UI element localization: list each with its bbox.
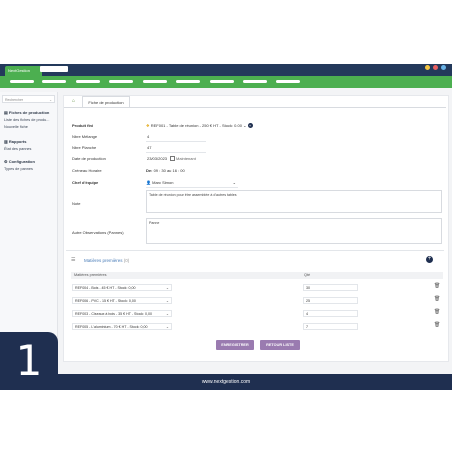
sidebar-item-liste[interactable]: Liste des fiches de produ... xyxy=(4,118,49,122)
date-field[interactable]: 23/03/2023 Maintenant xyxy=(147,156,196,162)
chef-select[interactable]: 👤 Marc Simon ⌄ xyxy=(146,180,236,185)
col-qty-header: Qté xyxy=(304,273,311,277)
autres-label: Autre Observations (Pannes) xyxy=(72,230,124,235)
footer-bar: www.nextgestion.com xyxy=(0,374,452,390)
melange-label: Nbre Mélange xyxy=(72,134,98,139)
planche-label: Nbre Planche xyxy=(72,145,97,150)
material-select[interactable]: REF006 - PVC - 15 € HT - Stock: 0,00 ⌄ xyxy=(72,297,172,304)
melange-input[interactable]: 4 xyxy=(147,134,149,139)
chef-label: Chef d'équipe xyxy=(72,180,99,185)
qty-input[interactable]: 4 xyxy=(303,310,358,317)
window-controls xyxy=(425,65,446,70)
chevron-down-icon: ⌄ xyxy=(49,98,52,102)
creneau-fields[interactable]: De: 09 : 30 au 16 : 00 xyxy=(146,168,185,173)
produit-select[interactable]: ❖ REF001 - Table de réunion - 250 € HT -… xyxy=(146,123,253,129)
qty-input[interactable]: 7 xyxy=(303,323,358,330)
date-label: Date de production xyxy=(72,156,106,161)
chef-underline xyxy=(146,187,238,188)
save-button[interactable]: ENREGISTRER xyxy=(216,340,254,350)
materials-title: Matières premières (0) xyxy=(84,258,130,263)
tab-divider xyxy=(64,107,446,108)
sidebar-item-types-pannes[interactable]: Types de pannes xyxy=(4,167,33,171)
maximize-dot[interactable] xyxy=(441,65,446,70)
menu-item-8[interactable] xyxy=(243,80,267,83)
trash-icon[interactable]: 🗑 xyxy=(434,309,440,315)
product-icon: ❖ xyxy=(146,123,150,128)
note-label: Note xyxy=(72,201,81,206)
menu-item-7[interactable] xyxy=(210,80,234,83)
step-badge: 1 xyxy=(0,332,58,390)
browser-tab[interactable] xyxy=(40,66,68,72)
menu-item-1[interactable] xyxy=(10,80,34,83)
material-select[interactable]: REF004 - Bois - 45 € HT - Stock: 0,00 ⌄ xyxy=(72,284,172,291)
plus-circle-icon[interactable]: + xyxy=(247,123,253,129)
sidebar-section-fiches[interactable]: ▤ Fiches de production xyxy=(4,110,49,115)
calendar-icon[interactable] xyxy=(170,156,176,162)
menu-item-4[interactable] xyxy=(109,80,133,83)
brand-tab[interactable]: NextGestion xyxy=(5,66,42,76)
qty-input[interactable]: 30 xyxy=(303,284,358,291)
menu-item-3[interactable] xyxy=(76,80,100,83)
section-divider xyxy=(66,250,444,251)
plus-circle-icon[interactable]: + xyxy=(426,256,433,263)
trash-icon[interactable]: 🗑 xyxy=(434,322,440,328)
creneau-label: Créneau Horaire xyxy=(72,168,102,173)
sidebar-section-rapports[interactable]: ▥ Rapports xyxy=(4,139,26,144)
col-product-header: Matières premières xyxy=(74,273,107,277)
back-to-list-button[interactable]: RETOUR LISTE xyxy=(260,340,300,350)
materials-table-header xyxy=(71,272,443,279)
menu-item-5[interactable] xyxy=(143,80,167,83)
note-textarea[interactable]: Table de réunion pour être assemblée à d… xyxy=(146,190,442,213)
autres-textarea[interactable]: Panne xyxy=(146,218,442,244)
planche-input[interactable]: 47 xyxy=(147,145,151,150)
produit-label: Produit fini xyxy=(72,123,94,128)
sidebar-search-input[interactable]: Rechercher ⌄ xyxy=(2,95,55,103)
material-select[interactable]: REF005 - L'aluminium - 70 € HT - Stock: … xyxy=(72,323,172,330)
minimize-dot[interactable] xyxy=(425,65,430,70)
menu-item-6[interactable] xyxy=(176,80,200,83)
melange-underline xyxy=(146,141,206,142)
home-icon[interactable]: ⌂ xyxy=(72,98,78,104)
sidebar-section-configuration[interactable]: ⚙ Configuration xyxy=(4,159,35,164)
sidebar-item-etat-pannes[interactable]: État des pannes xyxy=(4,147,31,151)
menu-item-9[interactable] xyxy=(276,80,300,83)
close-dot[interactable] xyxy=(433,65,438,70)
sidebar-item-nouvelle[interactable]: Nouvelle fiche xyxy=(4,125,28,129)
trash-icon[interactable]: 🗑 xyxy=(434,283,440,289)
menu-item-2[interactable] xyxy=(42,80,66,83)
list-icon: ☰ xyxy=(71,257,76,263)
now-link[interactable]: Maintenant xyxy=(176,156,196,161)
trash-icon[interactable]: 🗑 xyxy=(434,296,440,302)
planche-underline xyxy=(146,152,206,153)
qty-input[interactable]: 25 xyxy=(303,297,358,304)
material-select[interactable]: REF003 - Ciseaux à bois - 35 € HT - Stoc… xyxy=(72,310,172,317)
user-icon: 👤 xyxy=(146,180,151,185)
